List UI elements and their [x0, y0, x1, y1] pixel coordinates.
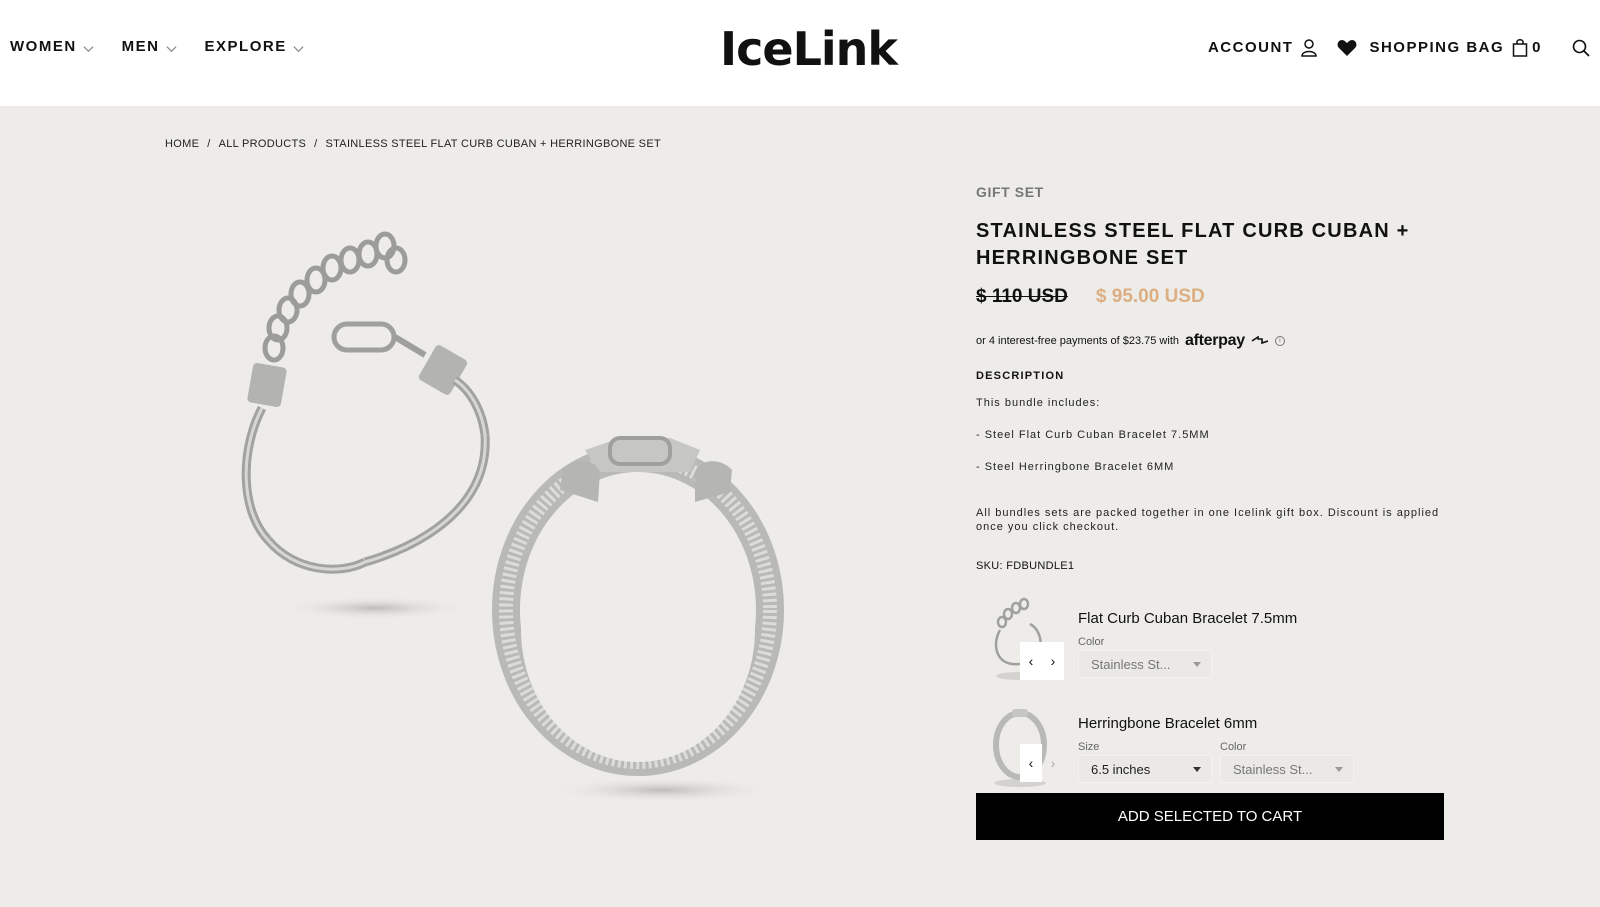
description-line: - Steel Flat Curb Cuban Bracelet 7.5MM [976, 429, 1210, 441]
product-details: GIFT SET STAINLESS STEEL FLAT CURB CUBAN… [976, 184, 1444, 804]
site-header: WOMEN MEN EXPLORE IceLink ACCOUNT SHOPPI… [0, 0, 1600, 106]
breadcrumb: HOME / ALL PRODUCTS / STAINLESS STEEL FL… [165, 138, 661, 150]
site-logo[interactable]: IceLink [720, 22, 898, 76]
nav-women[interactable]: WOMEN [10, 38, 94, 55]
search-icon[interactable] [1572, 39, 1590, 57]
afterpay-link-icon [1251, 336, 1269, 346]
sale-price: $ 95.00 USD [1095, 286, 1205, 307]
description-line: - Steel Herringbone Bracelet 6MM [976, 461, 1175, 473]
thumbnail-arrows: ‹ › [1020, 642, 1068, 680]
breadcrumb-current: STAINLESS STEEL FLAT CURB CUBAN + HERRIN… [325, 138, 661, 150]
price-row: $ 110 USD $ 95.00 USD [976, 286, 1444, 308]
breadcrumb-separator: / [207, 138, 211, 150]
color-select-value: Stainless St... [1233, 761, 1313, 777]
size-select-value: 6.5 inches [1091, 761, 1151, 777]
color-label: Color [1220, 741, 1247, 753]
chevron-right-icon[interactable]: › [1042, 642, 1064, 680]
nav-men[interactable]: MEN [122, 38, 177, 55]
chevron-right-icon[interactable]: › [1042, 744, 1064, 782]
shopping-bag-link[interactable]: SHOPPING BAG 0 [1369, 38, 1542, 57]
sku: SKU: FDBUNDLE1 [976, 560, 1075, 572]
nav-explore-label: EXPLORE [204, 38, 287, 55]
breadcrumb-separator: / [314, 138, 318, 150]
shopping-bag-label: SHOPPING BAG [1369, 39, 1505, 56]
heart-icon[interactable] [1337, 39, 1357, 57]
dropdown-caret-icon [1335, 767, 1343, 772]
chevron-down-icon [293, 41, 304, 53]
size-label: Size [1078, 741, 1100, 753]
size-select[interactable]: 6.5 inches [1078, 755, 1212, 783]
description: This bundle includes: - Steel Flat Curb … [976, 396, 1444, 534]
product-image[interactable] [200, 210, 840, 830]
description-line: All bundles sets are packed together in … [976, 507, 1440, 533]
user-icon [1301, 38, 1318, 57]
color-select[interactable]: Stainless St... [1220, 755, 1354, 783]
description-line: This bundle includes: [976, 397, 1101, 409]
afterpay-logo: afterpay [1185, 332, 1245, 349]
chevron-down-icon [166, 41, 177, 53]
chevron-down-icon [83, 41, 94, 53]
chevron-left-icon[interactable]: ‹ [1020, 642, 1042, 680]
color-label: Color [1078, 636, 1105, 648]
nav-women-label: WOMEN [10, 38, 77, 55]
bundle-item-name: Herringbone Bracelet 6mm [1078, 715, 1258, 732]
product-category: GIFT SET [976, 184, 1044, 200]
dropdown-caret-icon [1193, 767, 1201, 772]
nav-men-label: MEN [121, 38, 160, 55]
bundle-item: ‹ › Flat Curb Cuban Bracelet 7.5mm Color… [976, 594, 1444, 699]
original-price: $ 110 USD [976, 286, 1068, 307]
utility-nav: ACCOUNT SHOPPING BAG 0 [1208, 38, 1590, 57]
chevron-left-icon[interactable]: ‹ [1020, 744, 1042, 782]
breadcrumb-home[interactable]: HOME [165, 138, 199, 150]
add-selected-to-cart-button[interactable]: ADD SELECTED TO CART [976, 793, 1444, 840]
color-select[interactable]: Stainless St... [1078, 650, 1212, 678]
primary-nav: WOMEN MEN EXPLORE [10, 38, 304, 55]
nav-explore[interactable]: EXPLORE [205, 38, 304, 55]
breadcrumb-all-products[interactable]: ALL PRODUCTS [219, 138, 307, 150]
dropdown-caret-icon [1193, 662, 1201, 667]
afterpay-text: or 4 interest-free payments of $23.75 wi… [976, 335, 1179, 347]
account-label: ACCOUNT [1207, 39, 1294, 56]
bundle-item-name: Flat Curb Cuban Bracelet 7.5mm [1078, 610, 1298, 627]
afterpay-row: or 4 interest-free payments of $23.75 wi… [976, 332, 1444, 350]
thumbnail-arrows: ‹ › [1020, 744, 1068, 782]
color-select-value: Stainless St... [1091, 656, 1171, 672]
info-icon[interactable]: i [1274, 336, 1285, 346]
shopping-bag-icon [1512, 38, 1528, 57]
account-link[interactable]: ACCOUNT [1207, 38, 1318, 57]
product-title: STAINLESS STEEL FLAT CURB CUBAN + HERRIN… [976, 220, 1410, 269]
bag-count: 0 [1532, 39, 1542, 56]
description-heading: DESCRIPTION [976, 370, 1065, 382]
bundle-item: ‹ › Herringbone Bracelet 6mm Size 6.5 in… [976, 699, 1444, 804]
